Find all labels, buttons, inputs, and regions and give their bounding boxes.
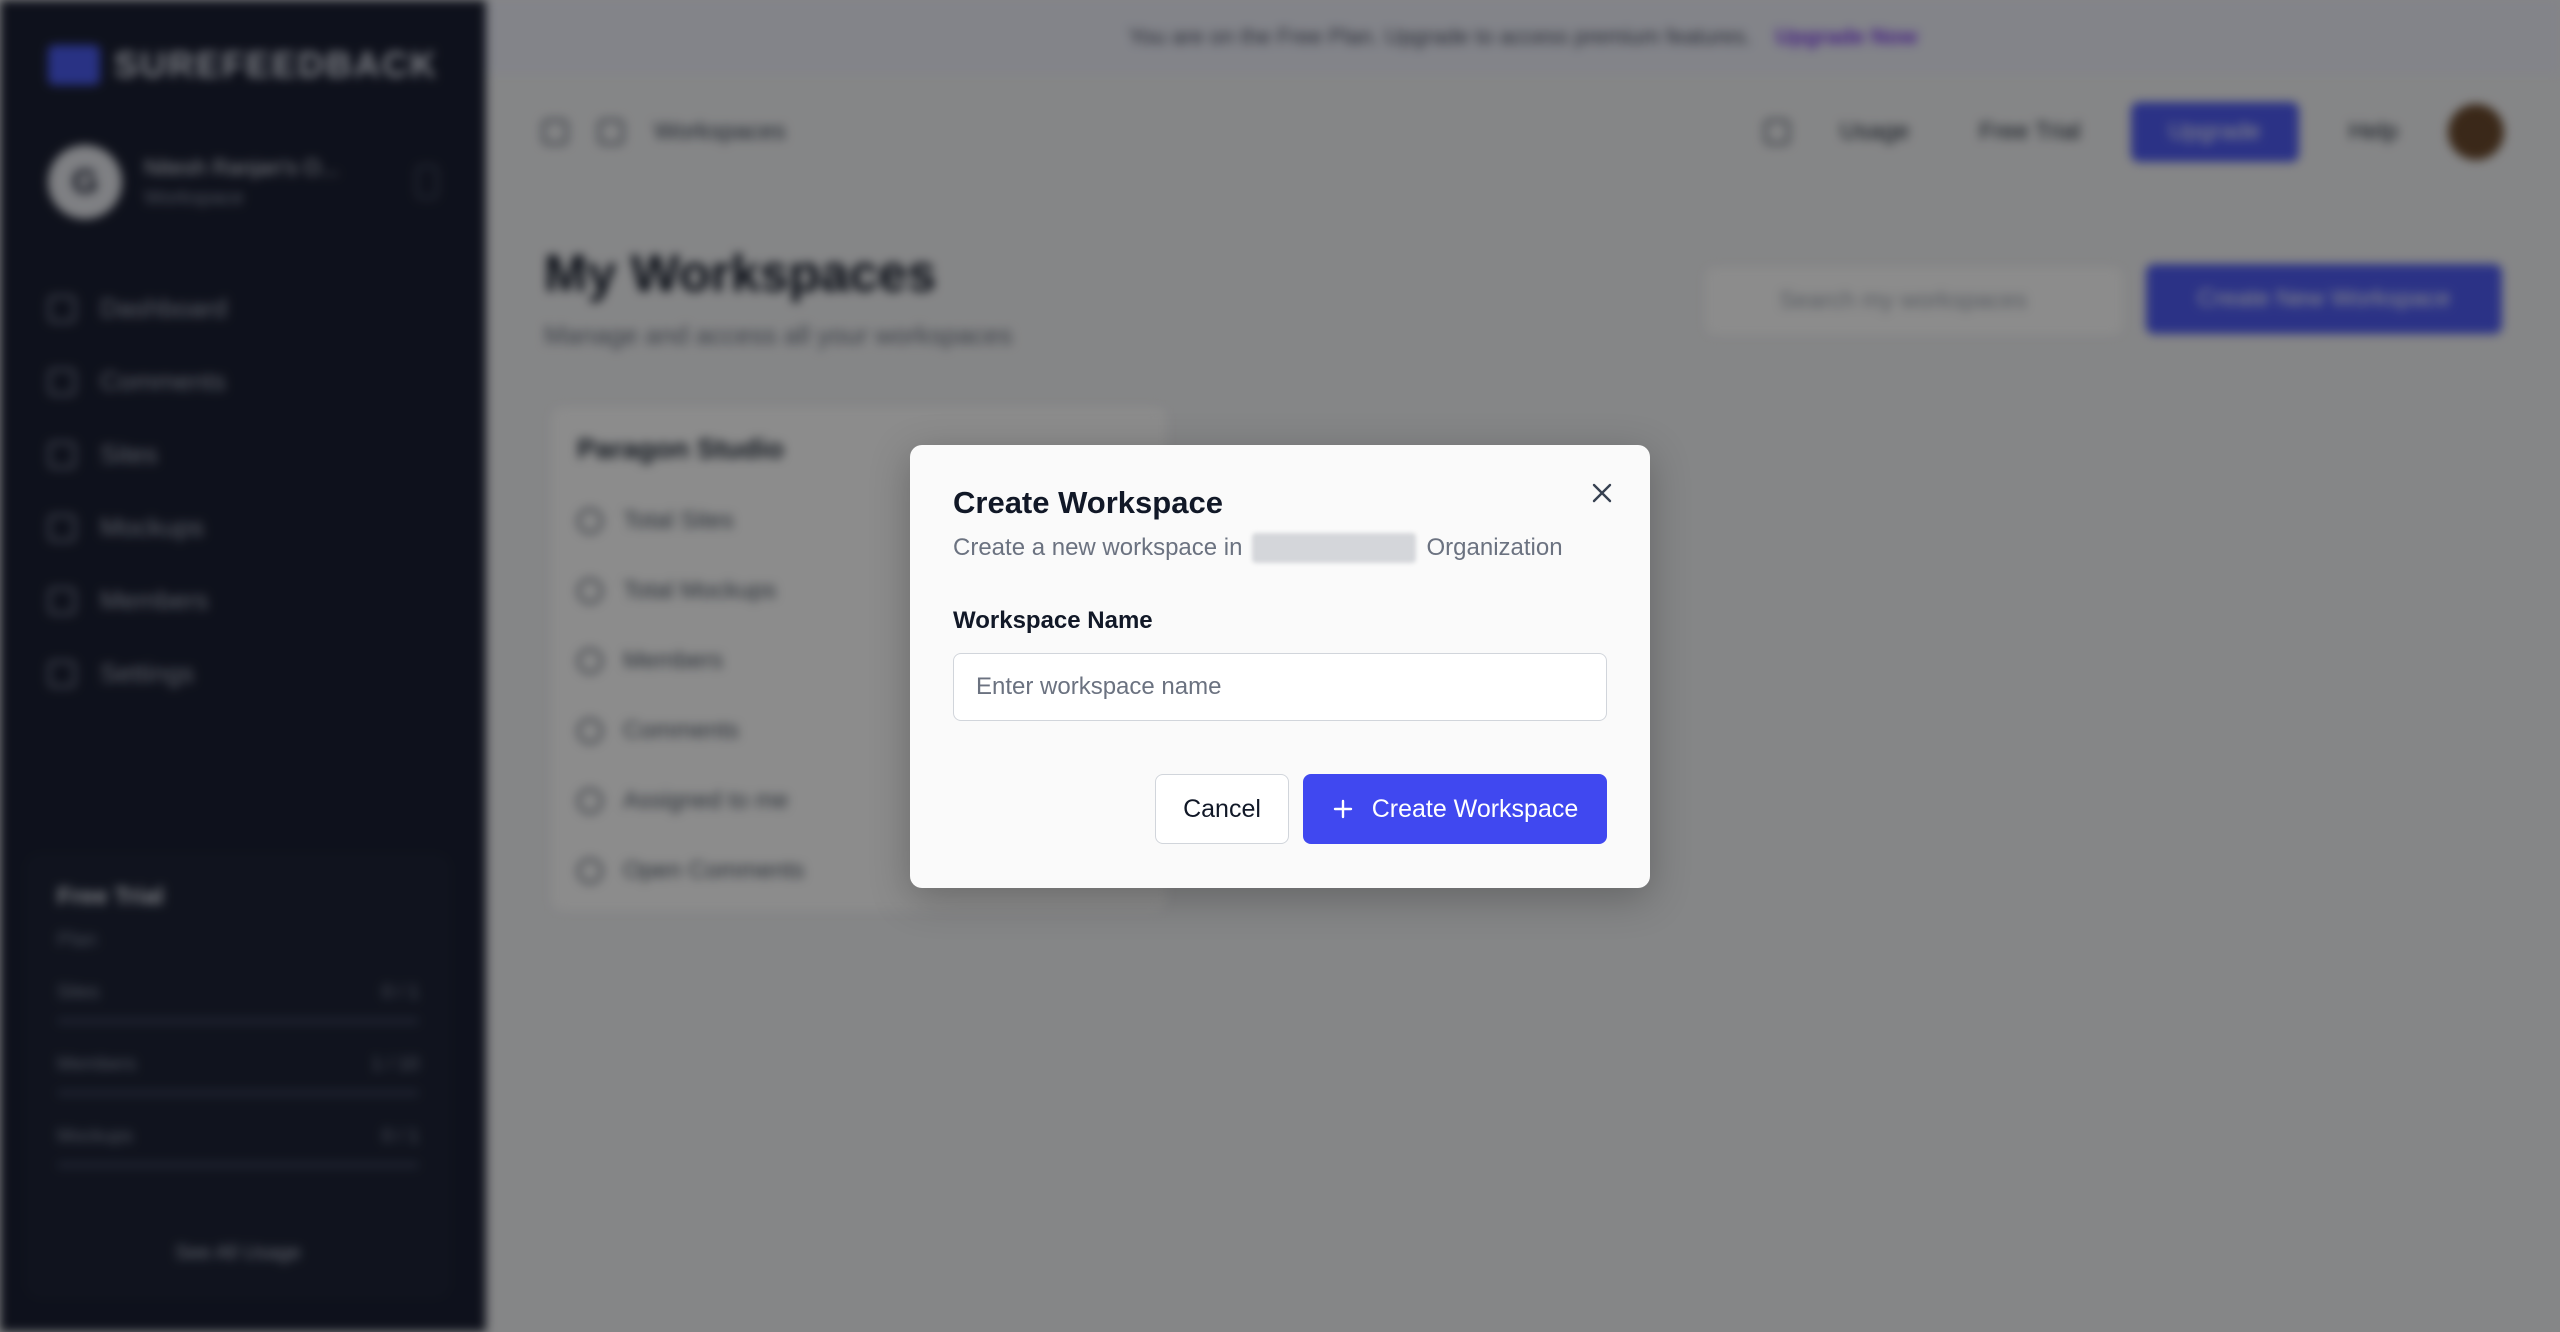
workspace-name-label: Workspace Name — [953, 607, 1153, 634]
description-prefix: Create a new workspace in — [953, 534, 1243, 561]
modal-description: Create a new workspace in Organization — [953, 533, 1607, 563]
modal-title: Create Workspace — [953, 485, 1223, 520]
close-icon — [1592, 483, 1612, 503]
plus-icon — [1333, 799, 1352, 819]
create-workspace-button[interactable]: Create Workspace — [1303, 774, 1607, 844]
redacted-organization-name — [1252, 533, 1417, 563]
create-workspace-label: Create Workspace — [1371, 794, 1579, 823]
description-suffix: Organization — [1426, 534, 1563, 561]
workspace-name-input[interactable] — [953, 653, 1607, 721]
modal-actions: Cancel Create Workspace — [1155, 774, 1607, 844]
cancel-button[interactable]: Cancel — [1155, 774, 1289, 844]
create-workspace-modal: Create Workspace Create a new workspace … — [910, 445, 1650, 888]
close-button[interactable] — [1584, 475, 1620, 511]
